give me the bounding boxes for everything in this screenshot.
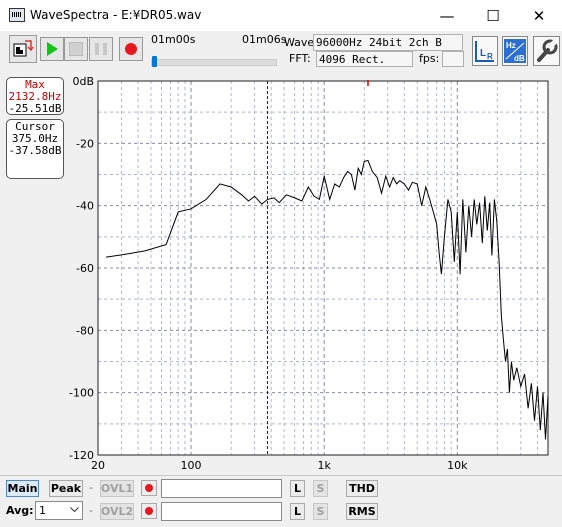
time-start: 01m00s — [151, 33, 196, 46]
close-button[interactable]: ✕ — [516, 0, 562, 31]
svg-text:R: R — [487, 52, 493, 61]
lr-button[interactable]: L R — [472, 36, 498, 66]
play-button[interactable] — [40, 37, 64, 61]
maximize-button[interactable]: ☐ — [470, 0, 516, 31]
settings-button[interactable] — [533, 36, 560, 66]
stop-icon — [69, 42, 83, 56]
fft-label: FFT: — [289, 52, 311, 65]
y-tick-label: -20 — [76, 137, 94, 150]
ovl1-dash: - — [89, 481, 93, 494]
ovl1-name-field[interactable] — [161, 479, 282, 498]
ovl2-record-button[interactable] — [141, 503, 157, 519]
ovl1-load-button[interactable]: L — [290, 480, 305, 497]
open-file-icon — [13, 40, 34, 57]
x-tick-label: 20 — [91, 459, 105, 472]
ovl2-save-button[interactable]: S — [313, 503, 328, 520]
ovl1-button[interactable]: OVL1 — [100, 480, 134, 497]
y-tick-label: 0dB — [72, 75, 94, 88]
main-button[interactable]: Main — [6, 480, 39, 497]
stop-button[interactable] — [64, 37, 88, 61]
ovl1-save-button[interactable]: S — [313, 480, 328, 497]
pause-icon — [95, 43, 107, 55]
open-file-button[interactable] — [9, 35, 37, 63]
thd-button[interactable]: THD — [346, 480, 378, 497]
seek-track[interactable] — [151, 59, 277, 66]
play-icon — [46, 42, 58, 56]
wave-format-field: 96000Hz 24bit 2ch B — [313, 34, 463, 51]
y-tick-label: -100 — [69, 387, 94, 400]
y-tick-label: -40 — [76, 200, 94, 213]
app-icon — [9, 8, 25, 22]
fps-label: fps: — [419, 52, 440, 65]
record-button[interactable] — [119, 37, 143, 61]
chevron-down-icon — [70, 507, 79, 513]
lr-icon: L R — [475, 41, 494, 62]
seek-thumb[interactable] — [152, 56, 157, 67]
ovl2-dash: - — [89, 504, 93, 517]
hz-db-icon: Hz dB — [504, 39, 526, 63]
minimize-button[interactable]: — — [424, 0, 470, 31]
x-tick-label: 100 — [181, 459, 202, 472]
ovl2-load-button[interactable]: L — [290, 503, 305, 520]
hz-db-button[interactable]: Hz dB — [502, 36, 528, 66]
ovl2-name-field[interactable] — [161, 502, 282, 521]
svg-text:Hz: Hz — [506, 41, 516, 50]
wrench-icon — [537, 39, 558, 62]
x-tick-label: 1k — [317, 459, 331, 472]
avg-select[interactable]: 1 — [35, 501, 83, 520]
ovl1-record-button[interactable] — [141, 480, 157, 496]
y-tick-label: -60 — [76, 262, 94, 275]
ovl2-button[interactable]: OVL2 — [100, 503, 134, 520]
window-title: WaveSpectra - E:¥DR05.wav — [30, 8, 202, 22]
x-tick-label: 10k — [447, 459, 468, 472]
y-tick-label: -80 — [76, 324, 94, 337]
avg-label: Avg: — [6, 504, 34, 517]
peak-button[interactable]: Peak — [49, 480, 83, 497]
fps-field — [442, 51, 464, 67]
rms-button[interactable]: RMS — [346, 503, 378, 520]
spectrum-plot[interactable]: 0dB-20-40-60-80-100-12020 100 1k 10k — [0, 73, 562, 473]
time-end: 01m06s — [242, 33, 287, 46]
svg-text:dB: dB — [514, 54, 525, 63]
svg-text:L: L — [480, 48, 486, 59]
pause-button[interactable] — [89, 37, 113, 61]
avg-value: 1 — [39, 504, 46, 517]
title-bar: WaveSpectra - E:¥DR05.wav — ☐ ✕ — [0, 0, 562, 31]
fft-field: 4096 Rect. — [316, 51, 413, 67]
record-icon — [125, 43, 137, 55]
